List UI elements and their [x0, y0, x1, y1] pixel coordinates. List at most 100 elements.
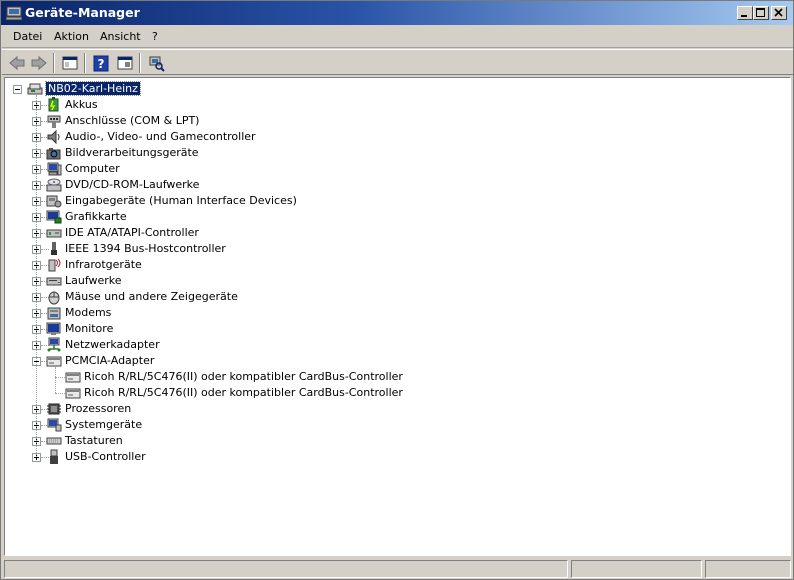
tree-category-item[interactable]: Modems: [5, 305, 605, 321]
tree-category-item[interactable]: Akkus: [5, 97, 605, 113]
minimize-icon: [741, 15, 747, 17]
properties-button[interactable]: [115, 53, 135, 73]
tree-category-label[interactable]: Monitore: [65, 322, 113, 335]
tree-category-label[interactable]: Bildverarbeitungsgeräte: [65, 146, 199, 159]
tree-category-label[interactable]: Tastaturen: [65, 434, 123, 447]
speaker-icon: [47, 129, 60, 145]
forward-button[interactable]: [29, 53, 49, 73]
tree-category-label[interactable]: Mäuse und andere Zeigegeräte: [65, 290, 238, 303]
modem-icon: [47, 307, 61, 320]
tree-category-item[interactable]: IDE ATA/ATAPI-Controller: [5, 225, 605, 241]
status-bar: [2, 558, 793, 579]
tree-category-item[interactable]: Anschlüsse (COM & LPT): [5, 113, 605, 129]
menu-bar: Datei Aktion Ansicht ?: [2, 26, 793, 48]
battery-icon: [48, 97, 59, 112]
mouse-icon: [48, 291, 60, 305]
pcmcia-icon: [65, 372, 81, 383]
menu-help[interactable]: ?: [152, 30, 158, 43]
device-manager-icon: [6, 6, 22, 20]
hid-icon: [46, 195, 62, 208]
close-icon: [774, 8, 783, 17]
menu-datei[interactable]: Datei: [13, 30, 42, 43]
device-manager-window: Geräte-Manager Datei Aktion Ansicht ? ?: [0, 0, 794, 580]
menu-aktion[interactable]: Aktion: [54, 30, 89, 43]
tree-category-item[interactable]: Netzwerkadapter: [5, 337, 605, 353]
back-button[interactable]: [7, 53, 27, 73]
tree-category-label[interactable]: IEEE 1394 Bus-Hostcontroller: [65, 242, 226, 255]
maximize-button[interactable]: [753, 6, 769, 20]
network-icon: [47, 337, 61, 352]
firewire-icon: [51, 242, 57, 255]
forward-arrow-icon: [31, 55, 47, 71]
tree-device-item[interactable]: Ricoh R/RL/5C476(II) oder kompatibler Ca…: [5, 369, 605, 385]
tree-device-label[interactable]: Ricoh R/RL/5C476(II) oder kompatibler Ca…: [84, 370, 403, 383]
tree-category-label[interactable]: USB-Controller: [65, 450, 146, 463]
toolbar: ?: [2, 49, 793, 75]
tree-category-label[interactable]: IDE ATA/ATAPI-Controller: [65, 226, 199, 239]
tree-category-item[interactable]: Tastaturen: [5, 433, 605, 449]
tree-category-label[interactable]: Infrarotgeräte: [65, 258, 142, 271]
tree-category-item[interactable]: Audio-, Video- und Gamecontroller: [5, 129, 605, 145]
device-tree[interactable]: NB02-Karl-Heinz Akkus Anschlüsse (COM & LP…: [4, 77, 791, 556]
tree-device-item[interactable]: Ricoh R/RL/5C476(II) oder kompatibler Ca…: [5, 385, 605, 401]
console-tree-button[interactable]: [60, 53, 80, 73]
tree-category-item[interactable]: Mäuse und andere Zeigegeräte: [5, 289, 605, 305]
tree-category-item[interactable]: Prozessoren: [5, 401, 605, 417]
properties-icon: [117, 56, 133, 70]
tree-category-label[interactable]: Audio-, Video- und Gamecontroller: [65, 130, 256, 143]
help-button[interactable]: ?: [91, 53, 111, 73]
display-adapter-icon: [46, 210, 62, 224]
tree-category-label[interactable]: Prozessoren: [65, 402, 131, 415]
tree-category-label[interactable]: DVD/CD-ROM-Laufwerke: [65, 178, 199, 191]
tree-category-item[interactable]: Monitore: [5, 321, 605, 337]
tree-category-item[interactable]: Infrarotgeräte: [5, 257, 605, 273]
scan-hardware-button[interactable]: [146, 53, 166, 73]
tree-category-item[interactable]: Systemgeräte: [5, 417, 605, 433]
tree-category-item[interactable]: PCMCIA-Adapter: [5, 353, 605, 369]
tree-category-item[interactable]: USB-Controller: [5, 449, 605, 465]
tree-category-label[interactable]: PCMCIA-Adapter: [65, 354, 154, 367]
tree-category-item[interactable]: Grafikkarte: [5, 209, 605, 225]
cdrom-icon: [46, 178, 62, 192]
minimize-button[interactable]: [737, 6, 753, 20]
tree-category-item[interactable]: IEEE 1394 Bus-Hostcontroller: [5, 241, 605, 257]
tree-root-label[interactable]: NB02-Karl-Heinz: [45, 81, 141, 96]
ide-icon: [46, 229, 62, 238]
svg-text:?: ?: [98, 57, 105, 71]
computer-root-icon: [27, 83, 43, 95]
tree-category-label[interactable]: Anschlüsse (COM & LPT): [65, 114, 199, 127]
tree-category-label[interactable]: Modems: [65, 306, 111, 319]
tree-category-label[interactable]: Laufwerke: [65, 274, 122, 287]
maximize-icon: [756, 8, 765, 17]
status-panel-3: [705, 560, 791, 578]
menu-ansicht[interactable]: Ansicht: [100, 30, 141, 43]
keyboard-icon: [46, 437, 62, 445]
close-button[interactable]: [771, 6, 787, 20]
tree-category-item[interactable]: Bildverarbeitungsgeräte: [5, 145, 605, 161]
tree-category-label[interactable]: Eingabegeräte (Human Interface Devices): [65, 194, 297, 207]
tree-category-label[interactable]: Grafikkarte: [65, 210, 127, 223]
tree-category-label[interactable]: Systemgeräte: [65, 418, 142, 431]
pcmcia-icon: [65, 388, 81, 399]
port-icon: [47, 115, 61, 128]
console-tree-icon: [62, 56, 78, 70]
window-title: Geräte-Manager: [25, 5, 140, 20]
tree-category-item[interactable]: Laufwerke: [5, 273, 605, 289]
tree-category-item[interactable]: DVD/CD-ROM-Laufwerke: [5, 177, 605, 193]
tree-category-label[interactable]: Computer: [65, 162, 120, 175]
tree-category-item[interactable]: Eingabegeräte (Human Interface Devices): [5, 193, 605, 209]
monitor-icon: [46, 322, 61, 335]
tree-category-label[interactable]: Akkus: [65, 98, 98, 111]
disk-drive-icon: [46, 277, 62, 286]
processor-icon: [47, 403, 61, 415]
camera-icon: [46, 148, 61, 160]
title-bar[interactable]: Geräte-Manager: [1, 1, 793, 25]
back-arrow-icon: [9, 55, 25, 71]
infrared-icon: [48, 258, 61, 272]
tree-category-item[interactable]: Computer: [5, 161, 605, 177]
tree-root[interactable]: NB02-Karl-Heinz: [5, 81, 605, 97]
tree-category-label[interactable]: Netzwerkadapter: [65, 338, 160, 351]
tree-device-label[interactable]: Ricoh R/RL/5C476(II) oder kompatibler Ca…: [84, 386, 403, 399]
status-panel-main: [4, 560, 568, 578]
root-collapse-toggle[interactable]: [13, 85, 22, 94]
